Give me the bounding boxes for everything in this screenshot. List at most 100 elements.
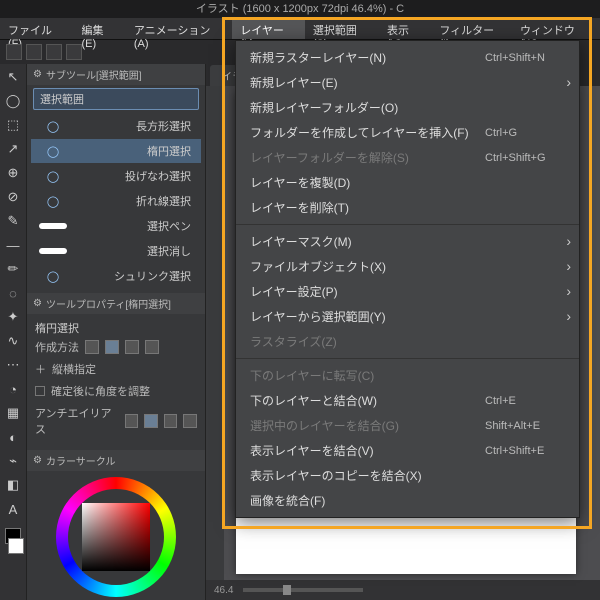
bg-swatch[interactable] <box>8 538 24 554</box>
tool-icon[interactable]: ⋯ <box>4 356 22 374</box>
menu-shortcut: Ctrl+Shift+E <box>485 445 565 457</box>
mode-icon[interactable] <box>164 414 178 428</box>
toolprop-row[interactable]: アンチエイリアス <box>35 402 197 440</box>
tool-icon[interactable]: ⊕ <box>4 164 22 182</box>
tool-icon[interactable]: ◌ <box>4 284 22 302</box>
menu-ウィンドウ[interactable]: ウィンドウ(W) <box>512 18 600 39</box>
checkbox-icon[interactable] <box>35 386 45 396</box>
subtool-icon: ◯ <box>39 166 67 186</box>
prop-label: 縦横指定 <box>52 361 96 377</box>
mode-icon[interactable] <box>85 340 99 354</box>
tool-icon[interactable]: ◯ <box>4 92 22 110</box>
subtool-icon: ◯ <box>39 116 67 136</box>
mode-icon[interactable] <box>125 340 139 354</box>
tool-icon[interactable]: ◐ <box>4 428 22 446</box>
menu-item[interactable]: レイヤーを削除(T) <box>236 195 579 220</box>
menu-item[interactable]: 新規レイヤー(E) <box>236 70 579 95</box>
menu-アニメーション[interactable]: アニメーション(A) <box>126 18 232 39</box>
tool-column: ↖ ◯ ⬚ ↗ ⊕ ⊘ ✎ — ✏ ◌ ✦ ∿ ⋯ ◔ ▦ ◐ ⌁ ◧ A <box>0 64 26 600</box>
tool-icon[interactable]: A <box>4 500 22 518</box>
menu-item-label: 下のレイヤーと結合(W) <box>250 392 485 409</box>
menu-item[interactable]: 画像を統合(F) <box>236 488 579 513</box>
toolprop-row[interactable]: 作成方法 <box>35 336 197 358</box>
subtool-icon: ◯ <box>39 141 67 161</box>
toolprop-header: ツールプロパティ[楕円選択] <box>27 293 205 314</box>
menu-item-label: レイヤーフォルダーを解除(S) <box>250 149 485 166</box>
zoom-slider[interactable] <box>243 588 363 592</box>
subtool-item[interactable]: ◯折れ線選択 <box>31 189 201 213</box>
menu-フィルター[interactable]: フィルター(I) <box>431 18 512 39</box>
tool-icon[interactable]: ∿ <box>4 332 22 350</box>
mode-icon[interactable] <box>145 340 159 354</box>
menu-item[interactable]: 新規レイヤーフォルダー(O) <box>236 95 579 120</box>
toolbar-icon[interactable] <box>6 44 22 60</box>
tool-icon[interactable]: ⌁ <box>4 452 22 470</box>
gear-icon[interactable] <box>33 69 42 80</box>
toolbar-icon[interactable] <box>66 44 82 60</box>
subtool-item[interactable]: ◯ 楕円選択 <box>31 139 201 163</box>
menu-item-label: ラスタライズ(Z) <box>250 333 565 350</box>
tool-icon[interactable]: ⊘ <box>4 188 22 206</box>
menu-item: レイヤーフォルダーを解除(S)Ctrl+Shift+G <box>236 145 579 170</box>
tool-icon[interactable]: ✎ <box>4 212 22 230</box>
mode-icon[interactable] <box>105 340 119 354</box>
toolbar-icon[interactable] <box>26 44 42 60</box>
tool-icon[interactable]: ◔ <box>4 380 22 398</box>
menu-ファイル[interactable]: ファイル(F) <box>0 18 74 39</box>
tool-icon[interactable]: ⬚ <box>4 116 22 134</box>
menu-item[interactable]: レイヤーから選択範囲(Y) <box>236 304 579 329</box>
subtool-label: 投げなわ選択 <box>73 168 197 184</box>
tool-icon[interactable]: ↗ <box>4 140 22 158</box>
subtool-label: 楕円選択 <box>73 143 197 159</box>
tool-icon[interactable]: ◧ <box>4 476 22 494</box>
subtool-item[interactable]: 選択ペン <box>31 214 201 238</box>
subtool-tab[interactable]: 選択範囲 <box>33 88 199 110</box>
toolprop-row[interactable]: 確定後に角度を調整 <box>35 380 197 402</box>
menu-item[interactable]: 表示レイヤーを結合(V)Ctrl+Shift+E <box>236 438 579 463</box>
menu-表示[interactable]: 表示(V) <box>379 18 431 39</box>
sv-square[interactable] <box>82 503 150 571</box>
menu-item[interactable]: 下のレイヤーと結合(W)Ctrl+E <box>236 388 579 413</box>
title-bar: イラスト (1600 x 1200px 72dpi 46.4%) - C <box>0 0 600 18</box>
subtool-item[interactable]: 選択消し <box>31 239 201 263</box>
tool-icon[interactable]: ↖ <box>4 68 22 86</box>
toolbar-icon[interactable] <box>46 44 62 60</box>
gear-icon[interactable] <box>33 298 42 309</box>
gear-icon[interactable] <box>33 455 42 466</box>
menu-編集[interactable]: 編集(E) <box>74 18 126 39</box>
color-circle[interactable] <box>56 477 176 597</box>
property-column: サブツール[選択範囲] 選択範囲 ◯長方形選択◯楕円選択◯投げなわ選択◯折れ線選… <box>26 64 206 600</box>
menu-item[interactable]: レイヤーを複製(D) <box>236 170 579 195</box>
menu-item-label: 新規レイヤーフォルダー(O) <box>250 99 565 116</box>
menu-shortcut: Ctrl+G <box>485 127 565 139</box>
menu-item[interactable]: レイヤー設定(P) <box>236 279 579 304</box>
menu-item: 下のレイヤーに転写(C) <box>236 363 579 388</box>
mode-icon[interactable] <box>125 414 139 428</box>
menu-item-label: 表示レイヤーを結合(V) <box>250 442 485 459</box>
mode-icon[interactable] <box>183 414 197 428</box>
layer-menu-dropdown: 新規ラスターレイヤー(N)Ctrl+Shift+N新規レイヤー(E) 新規レイヤー… <box>235 40 580 518</box>
subtool-label: 選択ペン <box>73 218 197 234</box>
tool-icon[interactable]: ✏ <box>4 260 22 278</box>
menu-item[interactable]: ファイルオブジェクト(X) <box>236 254 579 279</box>
menu-item-label: 表示レイヤーのコピーを結合(X) <box>250 467 565 484</box>
menu-item[interactable]: 表示レイヤーのコピーを結合(X) <box>236 463 579 488</box>
subtool-item[interactable]: ◯シュリンク選択 <box>31 264 201 288</box>
tool-icon[interactable]: ▦ <box>4 404 22 422</box>
menu-選択範囲[interactable]: 選択範囲(S) <box>305 18 379 39</box>
menu-item[interactable]: 新規ラスターレイヤー(N)Ctrl+Shift+N <box>236 45 579 70</box>
toolprop-row[interactable]: ＋縦横指定 <box>35 358 197 380</box>
mode-icon[interactable] <box>144 414 158 428</box>
menu-bar: ファイル(F)編集(E)アニメーション(A)レイヤー(L)選択範囲(S)表示(V… <box>0 18 600 40</box>
tool-icon[interactable]: — <box>4 236 22 254</box>
menu-item[interactable]: レイヤーマスク(M) <box>236 229 579 254</box>
tool-icon[interactable]: ✦ <box>4 308 22 326</box>
menu-item-label: 新規ラスターレイヤー(N) <box>250 49 485 66</box>
menu-item[interactable]: フォルダーを作成してレイヤーを挿入(F)Ctrl+G <box>236 120 579 145</box>
subtool-item[interactable]: ◯ 投げなわ選択 <box>31 164 201 188</box>
menu-レイヤー[interactable]: レイヤー(L) <box>232 18 305 39</box>
subtool-icon <box>39 216 67 236</box>
subtool-item[interactable]: ◯長方形選択 <box>31 114 201 138</box>
status-bar: 46.4 <box>206 580 600 600</box>
menu-item-label: レイヤーを削除(T) <box>250 199 565 216</box>
